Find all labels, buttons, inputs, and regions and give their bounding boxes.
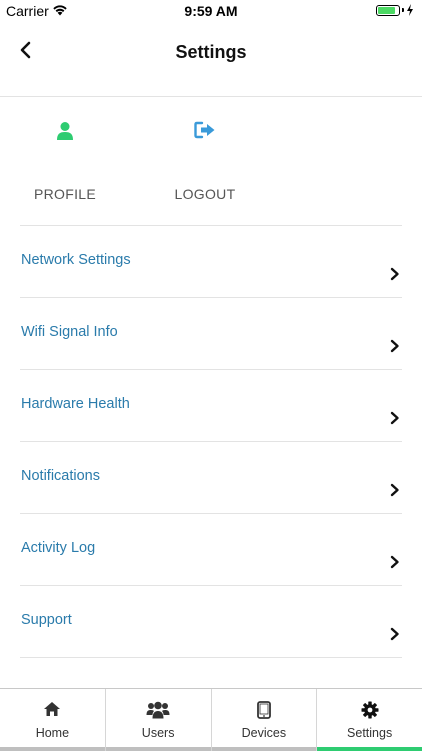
tab-indicator-active (317, 747, 422, 751)
menu-item-label: Activity Log (21, 540, 96, 556)
menu-item-network-settings[interactable]: Network Settings (20, 226, 402, 298)
chevron-right-icon (390, 339, 399, 353)
tab-home[interactable]: Home (0, 689, 106, 751)
header: Settings (0, 22, 422, 97)
battery-icon (376, 4, 414, 16)
tab-bar: Home Users Devices Settings (0, 688, 422, 751)
menu-item-wifi-signal-info[interactable]: Wifi Signal Info (20, 298, 402, 370)
menu-item-notifications[interactable]: Notifications (20, 442, 402, 514)
tab-indicator (105, 747, 211, 751)
sign-out-icon (150, 121, 260, 144)
tab-label: Home (35, 726, 70, 740)
chevron-right-icon (390, 267, 399, 281)
tab-indicator (211, 747, 317, 751)
menu-item-label: Support (21, 612, 72, 628)
charging-bolt-icon (407, 4, 413, 16)
status-bar: Carrier 9:59 AM (0, 0, 422, 22)
chevron-right-icon (390, 627, 399, 641)
chevron-right-icon (390, 411, 399, 425)
menu-item-activity-log[interactable]: Activity Log (20, 514, 402, 586)
menu-item-hardware-health[interactable]: Hardware Health (20, 370, 402, 442)
tab-label: Users (141, 726, 175, 740)
tablet-icon (212, 701, 317, 721)
profile-button[interactable]: PROFILE (10, 97, 120, 225)
chevron-right-icon (390, 483, 399, 497)
page-title: Settings (175, 42, 247, 62)
logout-label: LOGOUT (174, 186, 236, 202)
quick-actions: PROFILE LOGOUT (20, 97, 402, 226)
chevron-right-icon (390, 555, 399, 569)
tab-indicator (0, 747, 105, 751)
users-icon (106, 701, 211, 721)
tab-settings[interactable]: Settings (317, 689, 422, 751)
tab-label: Settings (347, 726, 393, 740)
menu-item-label: Wifi Signal Info (21, 324, 118, 340)
profile-label: PROFILE (33, 186, 96, 202)
home-icon (0, 701, 105, 721)
logout-button[interactable]: LOGOUT (150, 97, 260, 225)
menu-item-label: Hardware Health (21, 396, 130, 412)
menu-item-label: Network Settings (21, 252, 131, 268)
tab-devices[interactable]: Devices (211, 689, 318, 751)
user-icon (10, 121, 120, 146)
gear-icon (317, 701, 422, 721)
status-time: 9:59 AM (184, 3, 238, 19)
menu-item-support[interactable]: Support (20, 586, 402, 658)
settings-menu: Network Settings Wifi Signal Info Hardwa… (20, 226, 402, 658)
tab-users[interactable]: Users (105, 689, 212, 751)
tab-label: Devices (241, 726, 287, 740)
menu-item-label: Notifications (21, 468, 100, 484)
